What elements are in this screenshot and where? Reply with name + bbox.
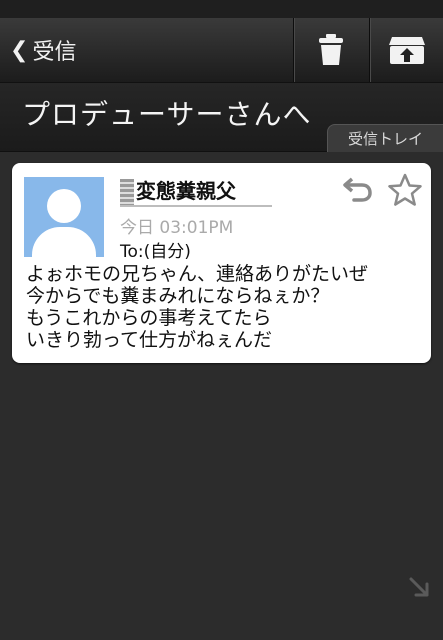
back-button[interactable]: ❮ 受信: [0, 18, 110, 82]
navigation-bar: ❮ 受信: [0, 18, 443, 83]
archive-button[interactable]: [370, 18, 443, 82]
avatar: [24, 177, 104, 257]
status-bar: [0, 0, 443, 18]
delete-button[interactable]: [294, 18, 368, 82]
message-card: 変態糞親父 今日 03:01PM To:(自分) よぉホモの兄ちゃん、連絡ありが…: [12, 163, 431, 363]
chevron-left-icon: ❮: [10, 37, 29, 63]
title-bar: プロデューサーさんへ 受信トレイ: [0, 83, 443, 152]
reply-icon[interactable]: [342, 175, 374, 203]
sender-underline: [120, 205, 272, 207]
message-date: 今日 03:01PM: [120, 218, 234, 238]
sender-marker-icon: [120, 179, 134, 205]
avatar-head-shape: [47, 189, 81, 223]
folder-tab[interactable]: 受信トレイ: [327, 124, 443, 152]
star-icon[interactable]: [388, 173, 422, 207]
back-button-label: 受信: [32, 40, 77, 65]
message-recipient: To:(自分): [120, 242, 191, 262]
message-body: よぉホモの兄ちゃん、連絡ありがたいぜ 今からでも糞まみれにならねぇか？ もうこれ…: [26, 263, 369, 351]
page-title: プロデューサーさんへ: [22, 98, 312, 131]
archive-box-icon: [389, 37, 425, 64]
trash-icon: [319, 34, 343, 65]
avatar-body-shape: [32, 227, 96, 257]
expand-arrow-icon[interactable]: [408, 576, 430, 598]
sender-name[interactable]: 変態糞親父: [136, 175, 236, 204]
